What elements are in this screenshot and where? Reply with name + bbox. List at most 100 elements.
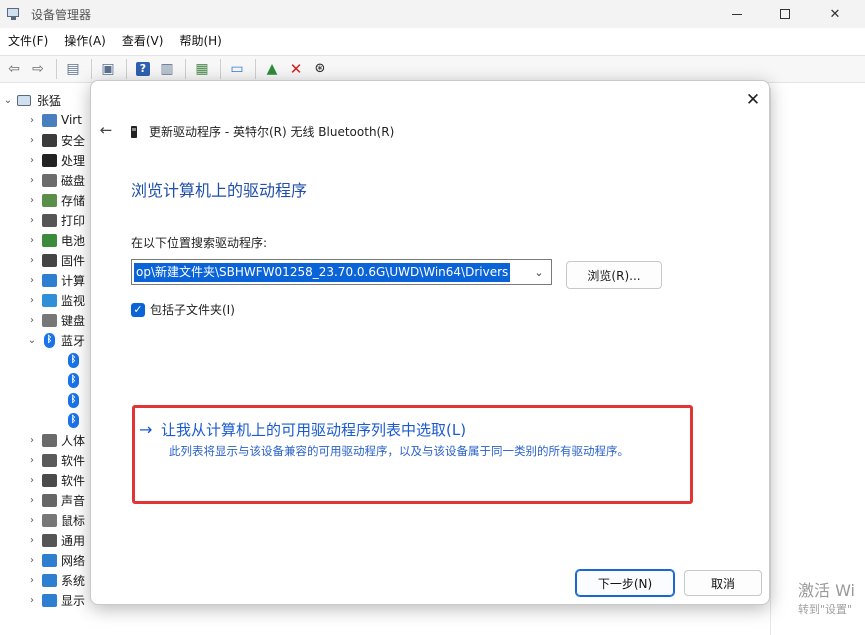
help-icon: ? [136,62,150,76]
tree-item-bluetooth-device[interactable]: ᛒ [0,350,79,370]
tree-item[interactable]: › 安全 [0,130,85,150]
chevron-down-icon[interactable]: ⌄ [528,261,550,283]
tree-item[interactable]: › 处理 [0,150,85,170]
cancel-button[interactable]: 取消 [684,570,762,596]
tree-item-bluetooth-device[interactable]: ᛒ [0,410,79,430]
chevron-right-icon[interactable]: › [26,315,38,326]
device-category-icon [42,553,57,567]
tree-item-label: 打印 [61,213,86,228]
tree-item[interactable]: › 人体 [0,430,85,450]
window-close-button[interactable]: ✕ [812,0,858,28]
disable-device-button[interactable]: ⊛ [309,58,331,80]
tree-item[interactable]: › 电池 [0,230,85,250]
tree-item-label: 固件 [61,253,86,268]
download-circle-icon: ⊛ [314,61,326,76]
tree-item[interactable]: › 通用 [0,530,85,550]
bluetooth-icon: ᛒ [68,392,79,408]
tree-item[interactable]: › 声音 [0,490,85,510]
tree-item-bluetooth-device[interactable]: ᛒ [0,390,79,410]
action-pane-button[interactable]: ▥ [156,58,178,80]
menu-file[interactable]: 文件(F) [0,30,56,52]
show-hide-console-tree-button[interactable]: ▤ [62,58,84,80]
chevron-right-icon[interactable]: › [26,135,38,146]
device-category-icon [42,573,57,587]
chevron-right-icon[interactable]: › [26,575,38,586]
tree-item[interactable]: › 鼠标 [0,510,85,530]
tree-item-label: 监视 [61,293,86,308]
chevron-right-icon[interactable]: › [26,495,38,506]
tree-item[interactable]: › 打印 [0,210,85,230]
pick-from-list-link[interactable]: → 让我从计算机上的可用驱动程序列表中选取(L) [139,419,466,440]
chevron-right-icon[interactable]: › [26,295,38,306]
chevron-right-icon[interactable]: › [26,115,38,126]
pick-from-list-title[interactable]: 让我从计算机上的可用驱动程序列表中选取(L) [161,419,466,440]
dialog-back-button[interactable]: ← [97,121,115,139]
chevron-right-icon[interactable]: › [26,515,38,526]
activation-watermark: 激活 Wi [798,581,856,600]
bluetooth-icon: ᛒ [68,352,79,368]
browse-button[interactable]: 浏览(R)... [566,261,662,289]
driver-path-combobox[interactable]: op\新建文件夹\SBHWFW01258_23.70.0.6G\UWD\Win6… [131,259,552,285]
tree-item[interactable]: › 软件 [0,450,85,470]
toolbar-divider [255,59,256,79]
device-category-icon [42,493,57,507]
chevron-down-icon[interactable]: ⌄ [26,335,38,346]
help-button[interactable]: ? [132,58,154,80]
tree-item[interactable]: › 显示 [0,590,85,610]
uninstall-device-button[interactable]: ✕ [285,58,307,80]
driver-path-input[interactable]: op\新建文件夹\SBHWFW01258_23.70.0.6G\UWD\Win6… [134,263,511,282]
properties-button[interactable]: ▣ [97,58,119,80]
menu-help[interactable]: 帮助(H) [171,30,229,52]
close-icon: ✕ [745,90,761,110]
checkmark-icon: ✓ [131,302,145,317]
include-subfolders-checkbox[interactable]: ✓ 包括子文件夹(I) [131,301,235,318]
chevron-right-icon[interactable]: › [26,455,38,466]
window-title: 设备管理器 [31,7,92,22]
tree-item[interactable]: › 固件 [0,250,85,270]
tree-root-label: 张猛 [37,93,62,108]
tree-item-bluetooth-device[interactable]: ᛒ [0,370,79,390]
forward-button[interactable]: ⇨ [27,58,49,80]
chevron-right-icon[interactable]: › [26,275,38,286]
tree-item[interactable]: › 监视 [0,290,85,310]
back-button[interactable]: ⇦ [3,58,25,80]
chevron-right-icon[interactable]: › [26,535,38,546]
menu-action[interactable]: 操作(A) [56,30,114,52]
chevron-right-icon[interactable]: › [26,215,38,226]
tree-root[interactable]: ⌄ 张猛 [0,90,61,110]
chevron-right-icon[interactable]: › [26,435,38,446]
tree-item-label: 系统 [61,573,86,588]
tree-item[interactable]: › 软件 [0,470,85,490]
chevron-right-icon[interactable]: › [26,255,38,266]
chevron-right-icon[interactable]: › [26,475,38,486]
tree-item[interactable]: › Virt [0,110,82,130]
tree-item[interactable]: › 网络 [0,550,85,570]
dialog-close-button[interactable]: ✕ [739,89,767,111]
chevron-right-icon[interactable]: › [26,195,38,206]
chevron-right-icon[interactable]: › [26,595,38,606]
scan-monitor-icon: ▭ [230,61,244,77]
chevron-right-icon[interactable]: › [26,235,38,246]
tree-item[interactable]: › 磁盘 [0,170,85,190]
scan-hardware-button[interactable]: ▭ [226,58,248,80]
tree-item[interactable]: ⌄ ᛒ 蓝牙 [0,330,85,350]
tree-item[interactable]: › 计算 [0,270,85,290]
right-pane [770,88,865,635]
toolbar-divider [185,59,186,79]
maximize-button[interactable] [762,0,808,28]
update-driver-button[interactable]: ▦ [191,58,213,80]
menu-view[interactable]: 查看(V) [114,30,172,52]
tree-item-label: 人体 [61,433,86,448]
tree-item-label: Virt [61,113,82,127]
add-legacy-hardware-button[interactable]: ▲ [261,58,283,80]
minimize-button[interactable] [714,0,760,28]
next-button[interactable]: 下一步(N) [575,569,675,597]
device-category-icon [42,293,57,307]
chevron-right-icon[interactable]: › [26,155,38,166]
bluetooth-icon: ᛒ [44,332,55,348]
chevron-right-icon[interactable]: › [26,555,38,566]
tree-item[interactable]: › 存储 [0,190,85,210]
tree-item[interactable]: › 键盘 [0,310,85,330]
tree-item[interactable]: › 系统 [0,570,85,590]
chevron-right-icon[interactable]: › [26,175,38,186]
